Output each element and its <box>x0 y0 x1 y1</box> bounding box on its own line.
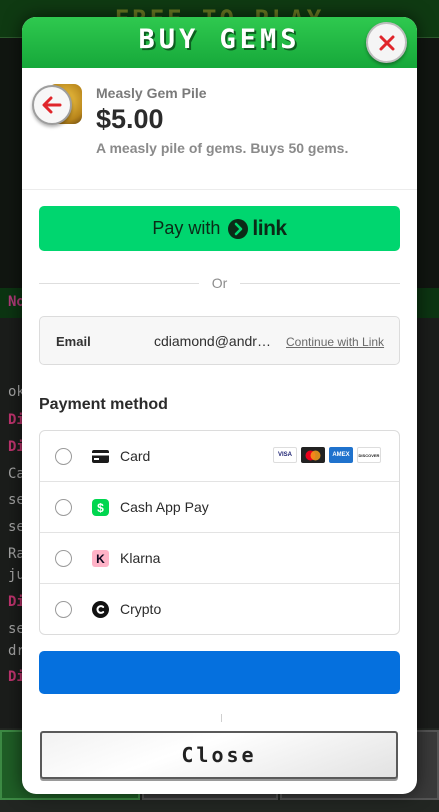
link-logo: link <box>228 216 287 241</box>
payment-option-label: Cash App Pay <box>120 499 209 515</box>
payment-option-klarna[interactable]: K Klarna <box>40 533 399 584</box>
product-description: A measly pile of gems. Buys 50 gems. <box>96 140 349 156</box>
buy-gems-modal: BUY GEMS Measly Gem Pile $5.00 A measly … <box>22 17 417 794</box>
email-label: Email <box>56 334 91 349</box>
visa-icon: VISA <box>273 447 297 463</box>
scroll-indicator <box>221 714 222 722</box>
radio-card[interactable] <box>55 448 72 465</box>
payment-option-card[interactable]: Card VISA AMEX DISCOVER <box>40 431 399 482</box>
payment-option-cashapp[interactable]: $ Cash App Pay <box>40 482 399 533</box>
klarna-icon: K <box>92 550 109 567</box>
arrow-left-icon <box>42 96 62 114</box>
link-chevron-icon <box>228 218 249 239</box>
email-field[interactable]: Email cdiamond@andre… Continue with Link <box>39 316 400 365</box>
close-x-icon <box>379 35 394 50</box>
crypto-icon <box>92 601 109 618</box>
close-button[interactable]: Close <box>40 731 398 779</box>
cashapp-icon: $ <box>92 499 109 516</box>
amex-icon: AMEX <box>329 447 353 463</box>
svg-text:$: $ <box>97 501 104 515</box>
payment-option-label: Klarna <box>120 550 161 566</box>
payment-method-list: Card VISA AMEX DISCOVER $ Cash App Pay K… <box>39 430 400 635</box>
radio-cashapp[interactable] <box>55 499 72 516</box>
continue-with-link[interactable]: Continue with Link <box>286 335 384 349</box>
card-icon <box>92 448 109 465</box>
radio-crypto[interactable] <box>55 601 72 618</box>
product-summary: Measly Gem Pile $5.00 A measly pile of g… <box>22 68 417 188</box>
svg-text:K: K <box>96 552 105 566</box>
product-price: $5.00 <box>96 104 164 134</box>
modal-title: BUY GEMS <box>138 24 301 55</box>
payment-option-label: Crypto <box>120 601 162 617</box>
pay-with-link-button[interactable]: Pay with link <box>39 206 400 251</box>
or-divider: Or <box>39 274 400 292</box>
discover-icon: DISCOVER <box>357 447 381 463</box>
card-brands: VISA AMEX DISCOVER <box>273 447 381 463</box>
radio-klarna[interactable] <box>55 550 72 567</box>
payment-method-title: Payment method <box>39 396 168 413</box>
back-button[interactable] <box>32 85 72 125</box>
close-modal-button[interactable] <box>366 22 407 63</box>
link-wordmark: link <box>252 216 287 240</box>
pay-with-label: Pay with <box>152 218 221 238</box>
divider-line <box>240 283 400 284</box>
modal-header: BUY GEMS <box>22 17 417 68</box>
email-value[interactable]: cdiamond@andre… <box>154 333 276 349</box>
payment-form: Pay with link Or Email cdiamond@andre… C… <box>22 189 417 749</box>
submit-payment-button[interactable] <box>39 651 400 694</box>
payment-option-crypto[interactable]: Crypto <box>40 584 399 635</box>
payment-option-label: Card <box>120 448 151 464</box>
close-button-label: Close <box>181 743 257 767</box>
product-name: Measly Gem Pile <box>96 85 207 101</box>
mastercard-icon <box>301 447 325 463</box>
